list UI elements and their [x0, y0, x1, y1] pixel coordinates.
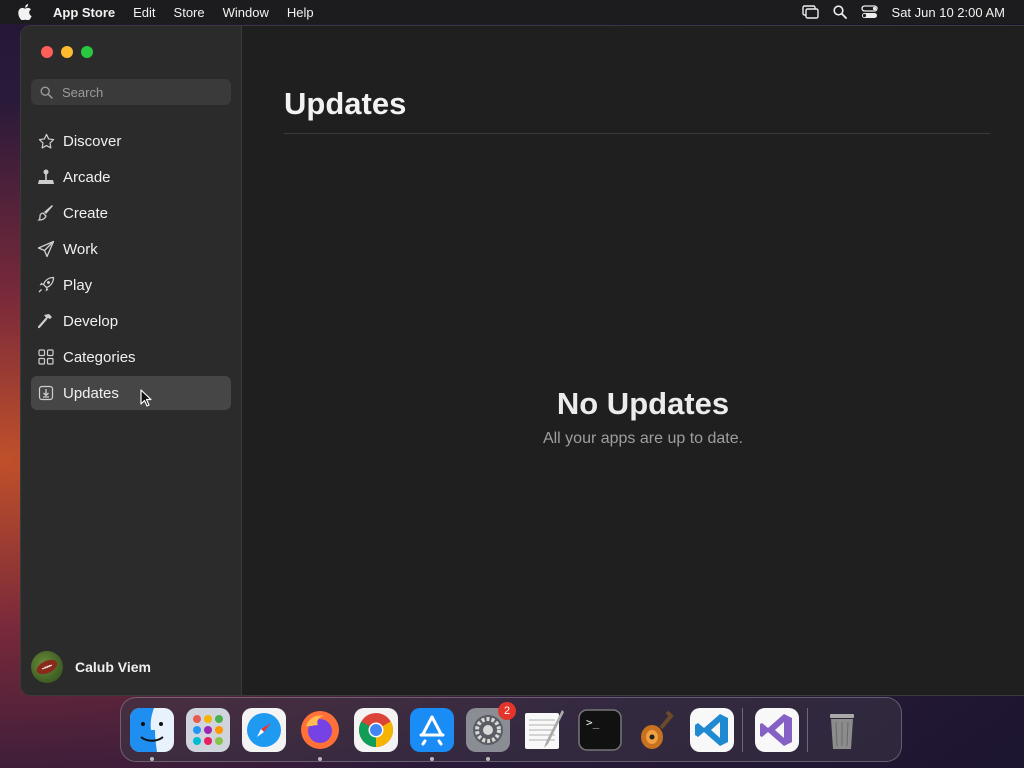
dock-app-store[interactable]	[410, 707, 454, 761]
dock-separator	[742, 707, 743, 752]
trash-icon	[830, 713, 854, 749]
joystick-icon	[37, 168, 55, 186]
dock-textedit[interactable]	[522, 708, 566, 752]
search-input[interactable]	[62, 84, 212, 100]
sidebar-item-updates[interactable]: Updates	[31, 376, 231, 410]
visual-studio-icon	[755, 707, 799, 752]
sidebar-item-discover[interactable]: Discover	[31, 124, 231, 158]
apple-menu-icon[interactable]	[18, 4, 32, 20]
dock-finder[interactable]	[130, 707, 174, 761]
running-indicator	[486, 756, 490, 761]
search-box[interactable]	[31, 79, 231, 105]
finder-icon	[130, 707, 174, 752]
page-title: Updates	[284, 86, 407, 121]
textedit-icon	[525, 709, 564, 749]
guitar-icon	[641, 710, 674, 749]
dock-firefox[interactable]	[298, 708, 342, 761]
dock-visual-studio[interactable]	[755, 707, 799, 752]
sidebar-item-label: Develop	[63, 312, 119, 330]
sidebar-item-label: Updates	[63, 384, 119, 402]
window-controls	[41, 46, 93, 58]
running-indicator	[150, 756, 154, 761]
spotlight-search-icon[interactable]	[832, 5, 847, 19]
sidebar-item-label: Arcade	[63, 168, 111, 186]
sidebar-item-label: Categories	[63, 348, 136, 366]
notification-badge: 2	[498, 701, 516, 720]
screen-mirroring-icon[interactable]	[801, 5, 819, 19]
avatar[interactable]	[31, 651, 63, 683]
title-divider	[284, 133, 990, 134]
sidebar-item-label: Play	[63, 276, 93, 294]
mouse-cursor-icon	[140, 389, 152, 412]
launchpad-icon	[186, 707, 230, 752]
empty-state-subtitle: All your apps are up to date.	[542, 430, 744, 447]
star-icon	[37, 132, 55, 150]
main-content: Updates No Updates All your apps are up …	[242, 26, 1024, 695]
vscode-icon	[690, 707, 734, 752]
dock-separator	[807, 707, 808, 752]
menu-store[interactable]: Store	[174, 5, 205, 20]
svg-text:>_: >_	[586, 716, 600, 729]
user-name: Calub Viem	[75, 659, 151, 675]
menu-bar: App Store Edit Store Window Help Sat Jun…	[0, 0, 1024, 24]
dock-system-settings[interactable]: 2	[466, 701, 516, 761]
sidebar-item-develop[interactable]: Develop	[31, 304, 231, 338]
grid-icon	[37, 348, 55, 366]
sidebar-item-label: Discover	[63, 132, 122, 150]
paper-plane-icon	[37, 240, 55, 258]
app-store-icon	[410, 707, 454, 752]
download-icon	[37, 384, 55, 402]
maximize-window-button[interactable]	[81, 46, 93, 58]
user-account[interactable]: Calub Viem	[31, 651, 151, 683]
sidebar-item-play[interactable]: Play	[31, 268, 231, 302]
sidebar: Discover Arcade Create Work	[21, 26, 242, 695]
brush-icon	[37, 204, 55, 222]
sidebar-item-arcade[interactable]: Arcade	[31, 160, 231, 194]
minimize-window-button[interactable]	[61, 46, 73, 58]
chrome-icon	[354, 707, 398, 752]
sidebar-nav: Discover Arcade Create Work Play Develop…	[31, 124, 231, 412]
empty-state: No Updates All your apps are up to date.	[242, 386, 1024, 448]
sidebar-item-create[interactable]: Create	[31, 196, 231, 230]
dock-garageband[interactable]	[634, 708, 678, 752]
running-indicator	[318, 756, 322, 761]
app-store-window: Discover Arcade Create Work	[21, 26, 1024, 695]
menu-edit[interactable]: Edit	[133, 5, 155, 20]
safari-icon	[242, 707, 286, 752]
empty-state-title: No Updates	[556, 386, 730, 421]
dock-terminal[interactable]: >_	[578, 708, 622, 752]
terminal-icon: >_	[578, 708, 622, 751]
dock-launchpad[interactable]	[186, 707, 230, 752]
rocket-icon	[37, 276, 55, 294]
menu-help[interactable]: Help	[287, 5, 314, 20]
sidebar-item-label: Create	[63, 204, 109, 222]
sidebar-item-categories[interactable]: Categories	[31, 340, 231, 374]
control-center-icon[interactable]	[860, 5, 878, 19]
menu-app-name[interactable]: App Store	[53, 5, 115, 20]
menubar-clock[interactable]: Sat Jun 10 2:00 AM	[892, 5, 1005, 20]
menu-window[interactable]: Window	[223, 5, 269, 20]
dock-safari[interactable]	[242, 707, 286, 752]
dock: 2 >_	[120, 697, 902, 762]
dock-chrome[interactable]	[354, 707, 398, 752]
dock-trash[interactable]	[820, 708, 864, 752]
sidebar-item-work[interactable]: Work	[31, 232, 231, 266]
search-icon	[40, 85, 53, 99]
running-indicator	[430, 756, 434, 761]
sidebar-item-label: Work	[63, 240, 98, 258]
dock-vscode[interactable]	[690, 707, 734, 752]
close-window-button[interactable]	[41, 46, 53, 58]
hammer-icon	[37, 312, 55, 330]
firefox-icon	[301, 710, 339, 749]
